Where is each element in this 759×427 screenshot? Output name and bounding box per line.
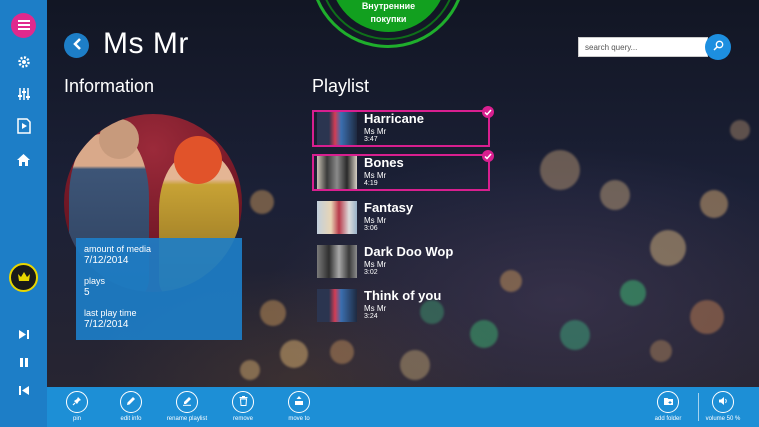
home-icon [16,153,31,172]
information-heading: Information [64,76,155,96]
media-info-panel: amount of media 7/12/2014 plays 5 last p… [76,238,242,340]
plays-value: 5 [84,287,90,298]
next-track-icon [18,327,30,345]
remove-button[interactable]: remove [213,391,273,425]
track-duration: 3:47 [364,136,378,143]
edit-info-label: edit info [120,416,142,422]
last-play-time-label: last play time [84,308,137,318]
checkmark-icon [482,106,494,118]
video-icon [16,117,31,139]
album-art [317,112,357,145]
plays-label: plays [84,276,106,286]
volume-button[interactable]: volume 50 % [693,391,753,425]
edit-info-button[interactable]: edit info [101,391,161,425]
edit-icon-circle [120,391,142,413]
move-icon-circle [288,391,310,413]
back-arrow-icon [72,37,82,55]
equalizer-button[interactable] [8,83,39,109]
speaker-icon [718,393,729,411]
track-title: Dark Doo Wop [364,244,454,259]
page-title: Ms Mr [103,27,189,60]
amount-of-media-value: 7/12/2014 [84,255,129,266]
track-duration: 3:24 [364,313,378,320]
album-art [317,156,357,189]
video-button[interactable] [8,115,39,141]
playlist-track[interactable]: Fantasy Ms Mr 3:06 [312,199,490,236]
track-title: Think of you [364,288,442,303]
pin-button[interactable]: pin [47,391,107,425]
add-folder-label: add folder [654,416,682,422]
remove-label: remove [232,416,253,422]
album-art [317,289,357,322]
track-title: Bones [364,155,404,170]
track-duration: 4:19 [364,180,378,187]
pin-icon [72,393,82,411]
move-to-label: move to [288,416,310,422]
amount-of-media-label: amount of media [84,244,152,254]
track-title: Fantasy [364,200,414,215]
remove-icon-circle [232,391,254,413]
previous-track-icon [18,383,30,401]
bottom-app-bar: pin edit info rename playlist remove mov… [47,387,759,427]
purchase-label-line2: покупки [370,14,407,24]
rename-playlist-label: rename playlist [166,416,208,422]
track-artist: Ms Mr [364,171,387,180]
album-art [317,201,357,234]
track-duration: 3:02 [364,269,378,276]
settings-button[interactable] [8,51,39,77]
move-to-button[interactable]: move to [269,391,329,425]
pin-label: pin [72,416,81,422]
checkmark-icon [482,150,494,162]
pencil-icon [126,393,136,411]
volume-icon-circle [712,391,734,413]
search-input[interactable] [578,37,708,57]
premium-button[interactable] [9,263,38,292]
pause-icon [19,355,29,373]
move-to-icon [294,393,304,411]
volume-label: volume 50 % [705,416,741,422]
track-duration: 3:06 [364,225,378,232]
playlist-heading: Playlist [312,76,370,96]
rename-icon [182,393,192,411]
purchase-label-line1: Внутренние [361,1,416,11]
trash-icon [239,393,248,411]
equalizer-icon [17,87,31,106]
rename-icon-circle [176,391,198,413]
menu-icon [17,17,30,35]
track-artist: Ms Mr [364,127,387,136]
add-folder-icon [663,393,674,411]
crown-icon [17,269,31,287]
previous-track-button[interactable] [8,379,39,405]
back-button[interactable] [64,33,89,58]
track-artist: Ms Mr [364,216,387,225]
track-artist: Ms Mr [364,260,387,269]
pin-icon-circle [66,391,88,413]
playlist-track[interactable]: Harricane Ms Mr 3:47 [312,106,494,147]
last-play-time-value: 7/12/2014 [84,319,129,330]
track-artist: Ms Mr [364,304,387,313]
rename-playlist-button[interactable]: rename playlist [157,391,217,425]
playlist-track[interactable]: Dark Doo Wop Ms Mr 3:02 [312,243,490,280]
album-art [317,245,357,278]
home-button[interactable] [8,149,39,175]
menu-button[interactable] [11,13,36,38]
left-sidebar [0,0,47,427]
gear-icon [17,55,31,74]
pause-button[interactable] [8,351,39,377]
search-button[interactable] [705,34,731,60]
track-title: Harricane [364,111,424,126]
add-folder-button[interactable]: add folder [638,391,698,425]
playlist-track[interactable]: Think of you Ms Mr 3:24 [312,287,490,324]
search-icon [712,38,724,56]
next-track-button[interactable] [8,323,39,349]
playlist-track[interactable]: Bones Ms Mr 4:19 [312,150,494,191]
add-folder-icon-circle [657,391,679,413]
